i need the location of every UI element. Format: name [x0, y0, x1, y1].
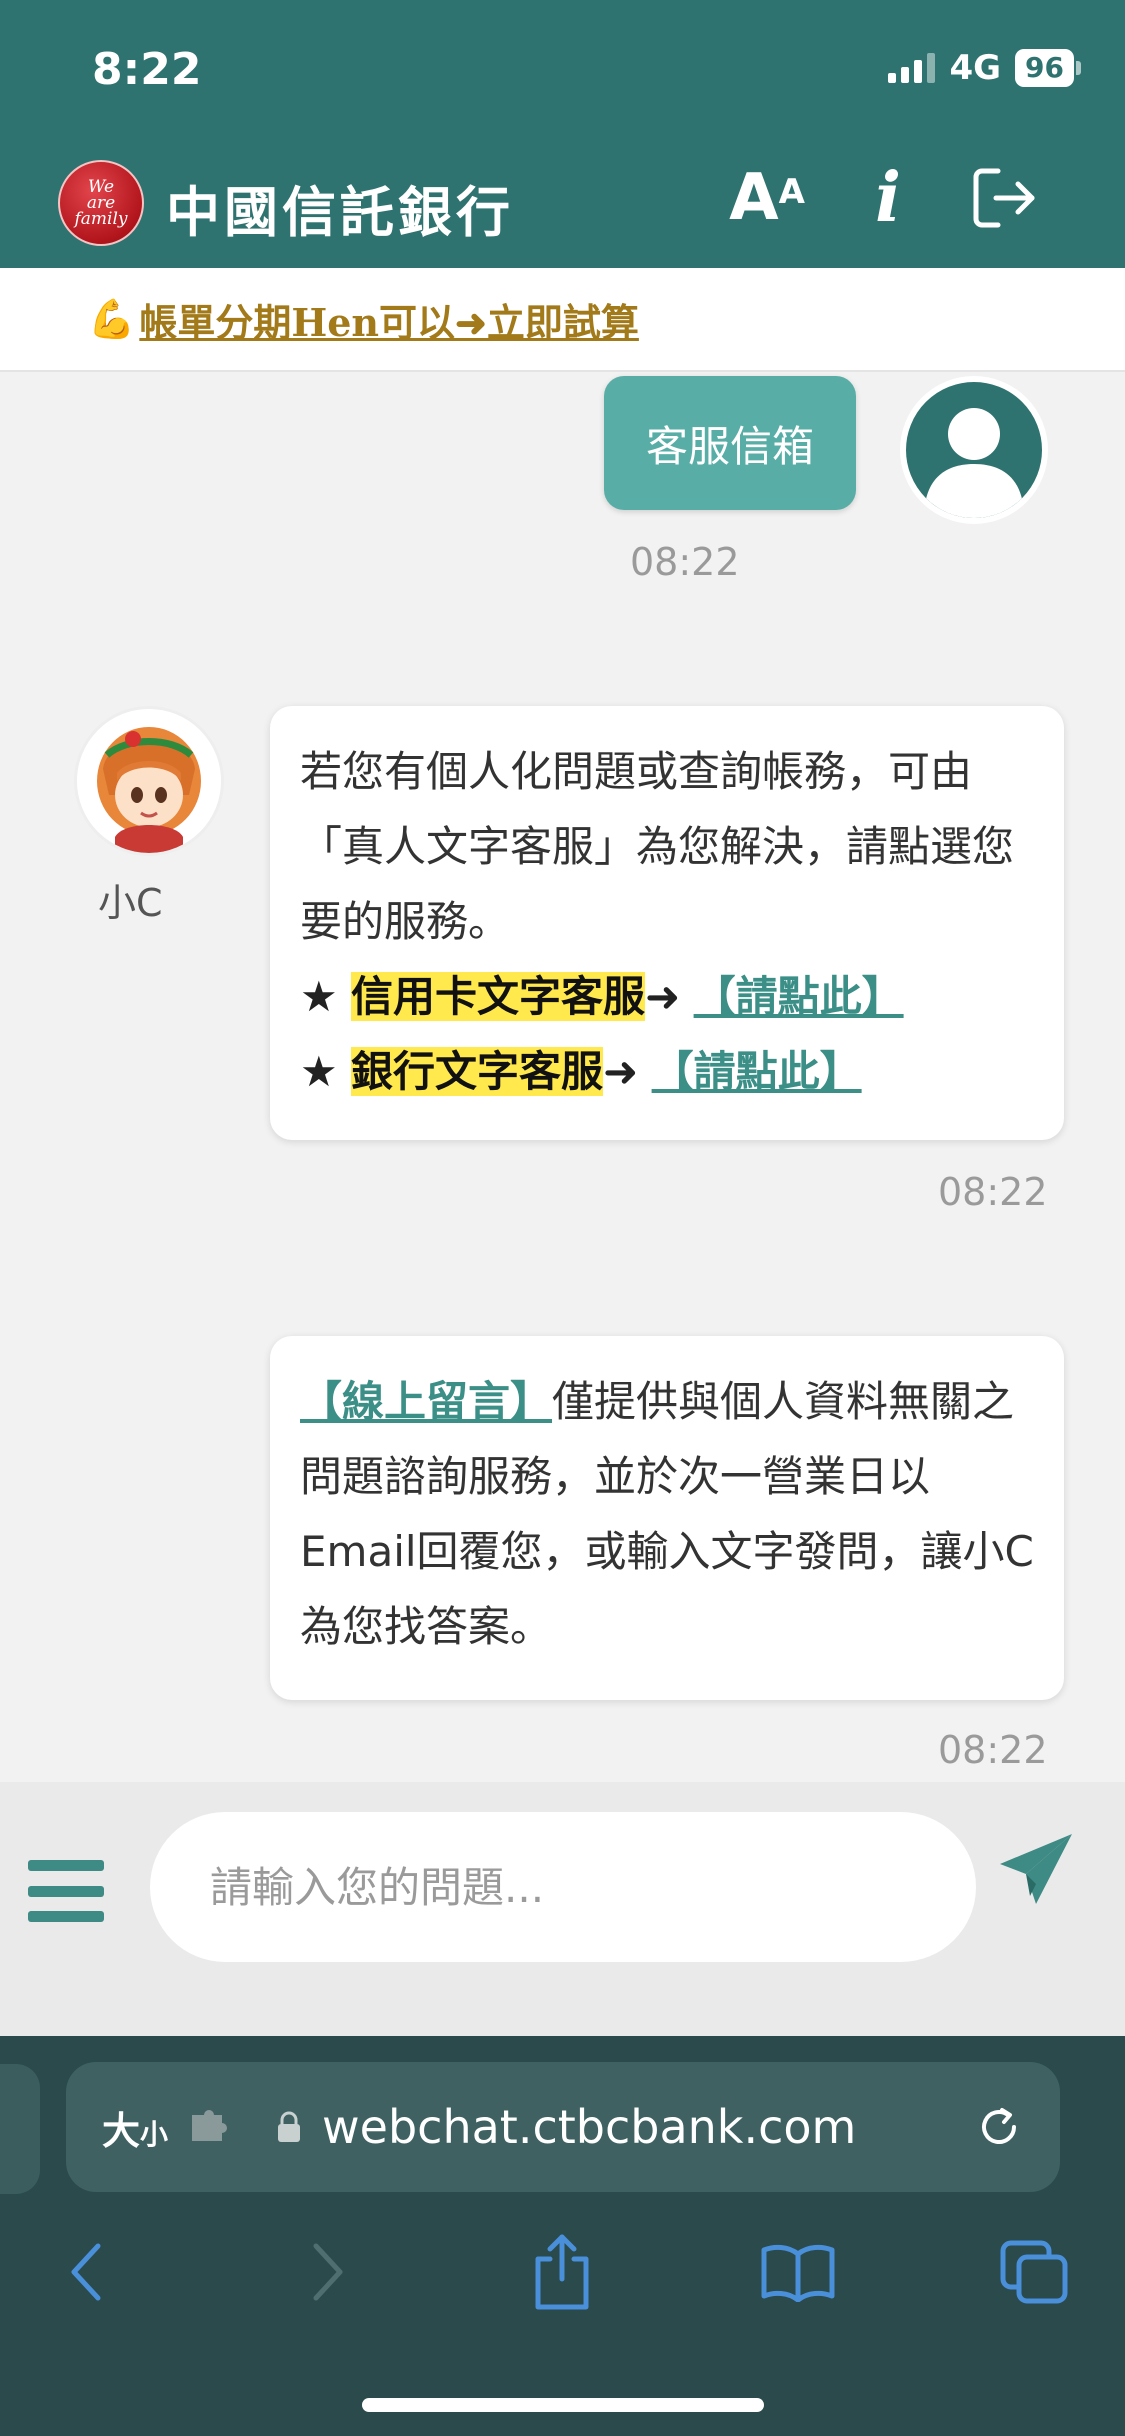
- online-message-link[interactable]: 【線上留言】: [300, 1377, 552, 1426]
- arrow-icon: ➜: [603, 1047, 639, 1096]
- previous-tab-peek[interactable]: [0, 2064, 40, 2194]
- user-message-bubble: 客服信箱: [604, 376, 856, 510]
- tabs-icon[interactable]: [984, 2222, 1084, 2322]
- lock-icon: [278, 2111, 301, 2142]
- reload-icon[interactable]: [974, 2102, 1024, 2152]
- url-text: webchat.ctbcbank.com: [322, 2100, 857, 2154]
- share-icon[interactable]: [512, 2222, 612, 2322]
- service-option-bank: ★ 銀行文字客服➜ 【請點此】: [300, 1034, 1034, 1109]
- message-timestamp: 08:22: [938, 1170, 1048, 1214]
- page-title: 中國信託銀行: [166, 181, 514, 244]
- option-label: 信用卡文字客服: [351, 972, 646, 1021]
- font-size-icon[interactable]: AA: [722, 158, 812, 238]
- status-time: 8:22: [92, 44, 202, 95]
- bot-message-bubble: 【線上留言】僅提供與個人資料無關之問題諮詢服務，並於次一營業日以Email回覆您…: [270, 1336, 1064, 1700]
- service-option-credit-card: ★ 信用卡文字客服➜ 【請點此】: [300, 959, 1034, 1034]
- star-icon: ★: [300, 1047, 338, 1096]
- bot-avatar: [74, 706, 224, 856]
- battery-icon: [1076, 61, 1081, 75]
- address-bar[interactable]: 大小 webchat.ctbcbank.com: [66, 2062, 1060, 2192]
- arrow-icon: ➜: [645, 972, 681, 1021]
- flexed-biceps-icon: 💪: [88, 296, 136, 341]
- forward-icon[interactable]: [278, 2222, 378, 2322]
- back-icon[interactable]: [36, 2222, 136, 2322]
- bot-message-bubble: 若您有個人化問題或查詢帳務，可由「真人文字客服」為您解決，請點選您要的服務。 ★…: [270, 706, 1064, 1140]
- send-icon[interactable]: [996, 1830, 1076, 1910]
- message-timestamp: 08:22: [938, 1728, 1048, 1772]
- user-message-text: 客服信箱: [645, 421, 814, 471]
- promo-banner[interactable]: 💪 帳單分期Hen可以➜立即試算: [0, 268, 1125, 372]
- browser-nav-row: [0, 2222, 1125, 2322]
- star-icon: ★: [300, 972, 338, 1021]
- bot-message-text: 若您有個人化問題或查詢帳務，可由「真人文字客服」為您解決，請點選您要的服務。: [300, 747, 1015, 946]
- user-avatar: [900, 376, 1048, 524]
- chat-input[interactable]: [150, 1812, 976, 1962]
- logo-text: We are family: [74, 177, 128, 229]
- battery-level: 96: [1015, 49, 1074, 87]
- info-icon[interactable]: i: [862, 158, 914, 238]
- network-type: 4G: [949, 48, 1002, 88]
- cellular-signal-icon: [888, 53, 936, 83]
- status-indicators: 4G 96: [888, 48, 1081, 88]
- bookmarks-icon[interactable]: [748, 2222, 848, 2322]
- credit-card-chat-link[interactable]: 【請點此】: [694, 972, 904, 1021]
- text-size-button[interactable]: 大小: [102, 2100, 168, 2155]
- bot-name: 小C: [98, 881, 163, 925]
- option-label: 銀行文字客服: [351, 1047, 604, 1096]
- logout-icon[interactable]: [968, 158, 1040, 238]
- extension-icon[interactable]: [188, 2109, 232, 2145]
- bank-logo: We are family: [58, 160, 144, 246]
- promo-link[interactable]: 帳單分期Hen可以➜立即試算: [139, 292, 639, 347]
- message-timestamp: 08:22: [630, 540, 740, 584]
- home-indicator[interactable]: [362, 2398, 764, 2412]
- menu-icon[interactable]: [28, 1860, 104, 1922]
- bank-chat-link[interactable]: 【請點此】: [652, 1047, 862, 1096]
